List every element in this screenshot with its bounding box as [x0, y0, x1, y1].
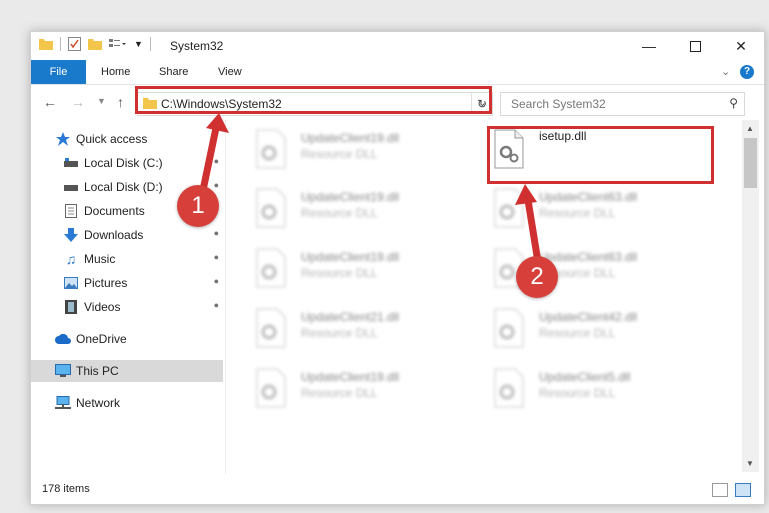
- arrow-head: [206, 113, 229, 133]
- step-badge-2: 2: [516, 256, 558, 298]
- arrow-line: [524, 199, 542, 263]
- arrow-head: [515, 184, 537, 205]
- annotation-arrows: [198, 113, 542, 263]
- step-badge-1: 1: [177, 185, 219, 227]
